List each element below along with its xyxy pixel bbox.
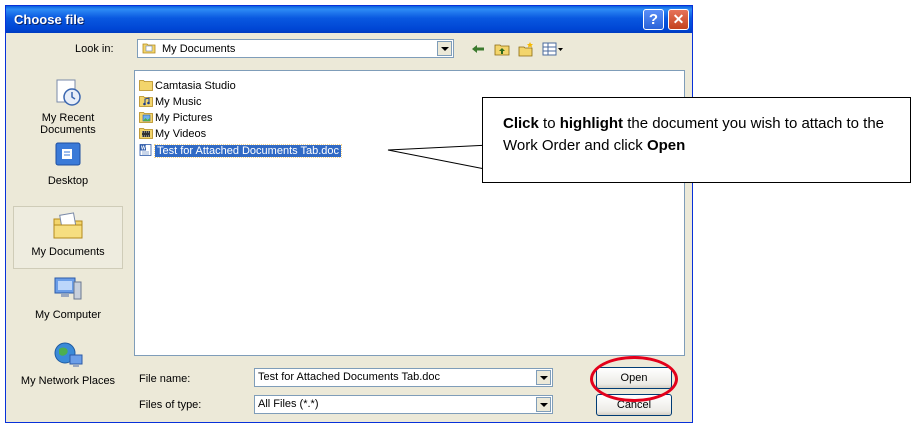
back-arrow-icon[interactable] [470,41,486,57]
recent-documents-icon [56,79,81,106]
callout-highlight: highlight [559,115,624,132]
list-item[interactable]: My Videos [139,127,206,142]
instruction-callout: Click to highlight the document you wish… [482,97,911,183]
highlight-oval [590,356,678,402]
place-desktop[interactable]: Desktop [13,140,123,187]
files-of-type-value: All Files (*.*) [258,398,319,410]
file-name: My Music [155,96,202,108]
file-name-input[interactable]: Test for Attached Documents Tab.doc [254,368,553,387]
list-item[interactable]: My Music [139,95,201,110]
callout-open: Open [646,137,686,154]
callout-to: to [538,115,560,132]
list-item[interactable]: My Pictures [139,111,212,126]
my-documents-icon [142,43,156,54]
pictures-folder-icon [139,112,153,123]
place-my-computer[interactable]: My Computer [13,274,123,321]
file-name: Test for Attached Documents Tab.doc [153,144,343,158]
chevron-down-icon[interactable] [437,41,452,56]
up-folder-icon[interactable] [494,41,510,57]
my-documents-icon [53,212,83,239]
places-bar: My Recent Documents Desktop My Documents… [13,72,123,410]
file-name-label: File name: [139,373,191,385]
dialog-title: Choose file [14,12,85,27]
chevron-down-icon[interactable] [536,370,551,385]
word-doc-icon: W [139,144,152,156]
music-folder-icon [139,96,153,107]
list-item[interactable]: Camtasia Studio [139,79,236,94]
desktop-icon [55,142,81,166]
callout-text: Click to highlight the document you wish… [483,98,910,157]
place-label: Desktop [47,175,89,187]
file-name: My Pictures [155,112,213,124]
network-places-icon [54,342,83,367]
look-in-value: My Documents [162,43,236,55]
look-in-dropdown[interactable]: My Documents [137,39,454,58]
callout-click: Click [503,115,539,132]
folder-icon [139,80,153,91]
place-my-recent-documents[interactable]: My Recent Documents [13,77,123,136]
list-item-selected[interactable]: W Test for Attached Documents Tab.doc [139,144,343,159]
videos-folder-icon [139,128,153,139]
my-computer-icon [54,277,82,300]
files-of-type-select[interactable]: All Files (*.*) [254,395,553,414]
svg-text:W: W [141,146,146,152]
file-name: My Videos [155,128,207,140]
new-folder-icon[interactable] [518,41,534,57]
close-button[interactable]: ✕ [668,9,689,30]
help-button[interactable]: ? [643,9,664,30]
file-name: Camtasia Studio [155,80,236,92]
look-in-label: Look in: [75,43,114,55]
place-my-network-places[interactable]: My Network Places [13,340,123,387]
title-bar[interactable]: Choose file ? ✕ [6,6,692,33]
place-my-documents[interactable]: My Documents [13,206,123,269]
place-label: My Documents [31,246,105,258]
chevron-down-icon[interactable] [536,397,551,412]
file-name-value: Test for Attached Documents Tab.doc [258,371,441,383]
files-of-type-label: Files of type: [139,399,202,411]
place-label: My Network Places [20,375,116,387]
place-label: My Computer [34,309,102,321]
views-menu-icon[interactable] [542,41,564,57]
place-label: My Recent Documents [40,112,96,136]
